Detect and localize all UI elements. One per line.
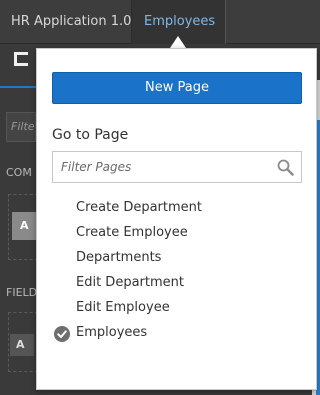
fields-section-label: FIELD	[6, 286, 38, 299]
filter-pages-field[interactable]	[52, 151, 302, 183]
page-item-create-department[interactable]: Create Department	[37, 195, 318, 220]
page-switcher-popup: New Page Go to Page Create Department Cr…	[36, 48, 317, 390]
app-name[interactable]: HR Application 1.0	[11, 14, 131, 29]
breadcrumb-current-label[interactable]: Employees	[144, 14, 215, 29]
page-tab-icon[interactable]	[14, 52, 28, 66]
page-item-label: Departments	[76, 250, 162, 265]
app-header: HR Application 1.0 Employees	[0, 0, 320, 44]
page-item-departments[interactable]: Departments	[37, 245, 318, 270]
new-page-button[interactable]: New Page	[52, 72, 302, 104]
page-item-create-employee[interactable]: Create Employee	[37, 220, 318, 245]
page-item-label: Create Employee	[76, 225, 188, 240]
page-item-employees[interactable]: Employees	[37, 320, 318, 345]
page-item-label: Edit Employee	[76, 300, 170, 315]
go-to-page-heading: Go to Page	[52, 127, 129, 143]
page-item-label: Edit Department	[76, 275, 184, 290]
component-filter-hint: Filte	[11, 120, 35, 133]
active-tab-indicator	[0, 86, 36, 88]
page-item-label: Employees	[76, 325, 148, 340]
page-item-label: Create Department	[76, 200, 202, 215]
field-chip[interactable]: A	[10, 334, 34, 356]
components-section-label: COM	[6, 166, 32, 179]
filter-pages-input[interactable]	[53, 152, 271, 182]
component-filter-input[interactable]: Filte	[6, 112, 36, 142]
page-item-edit-department[interactable]: Edit Department	[37, 270, 318, 295]
popup-caret	[170, 36, 186, 48]
search-icon[interactable]	[277, 159, 294, 176]
component-chip[interactable]: A	[12, 212, 36, 240]
page-list: Create Department Create Employee Depart…	[37, 195, 318, 345]
page-item-edit-employee[interactable]: Edit Employee	[37, 295, 318, 320]
checkmark-icon	[54, 326, 70, 342]
